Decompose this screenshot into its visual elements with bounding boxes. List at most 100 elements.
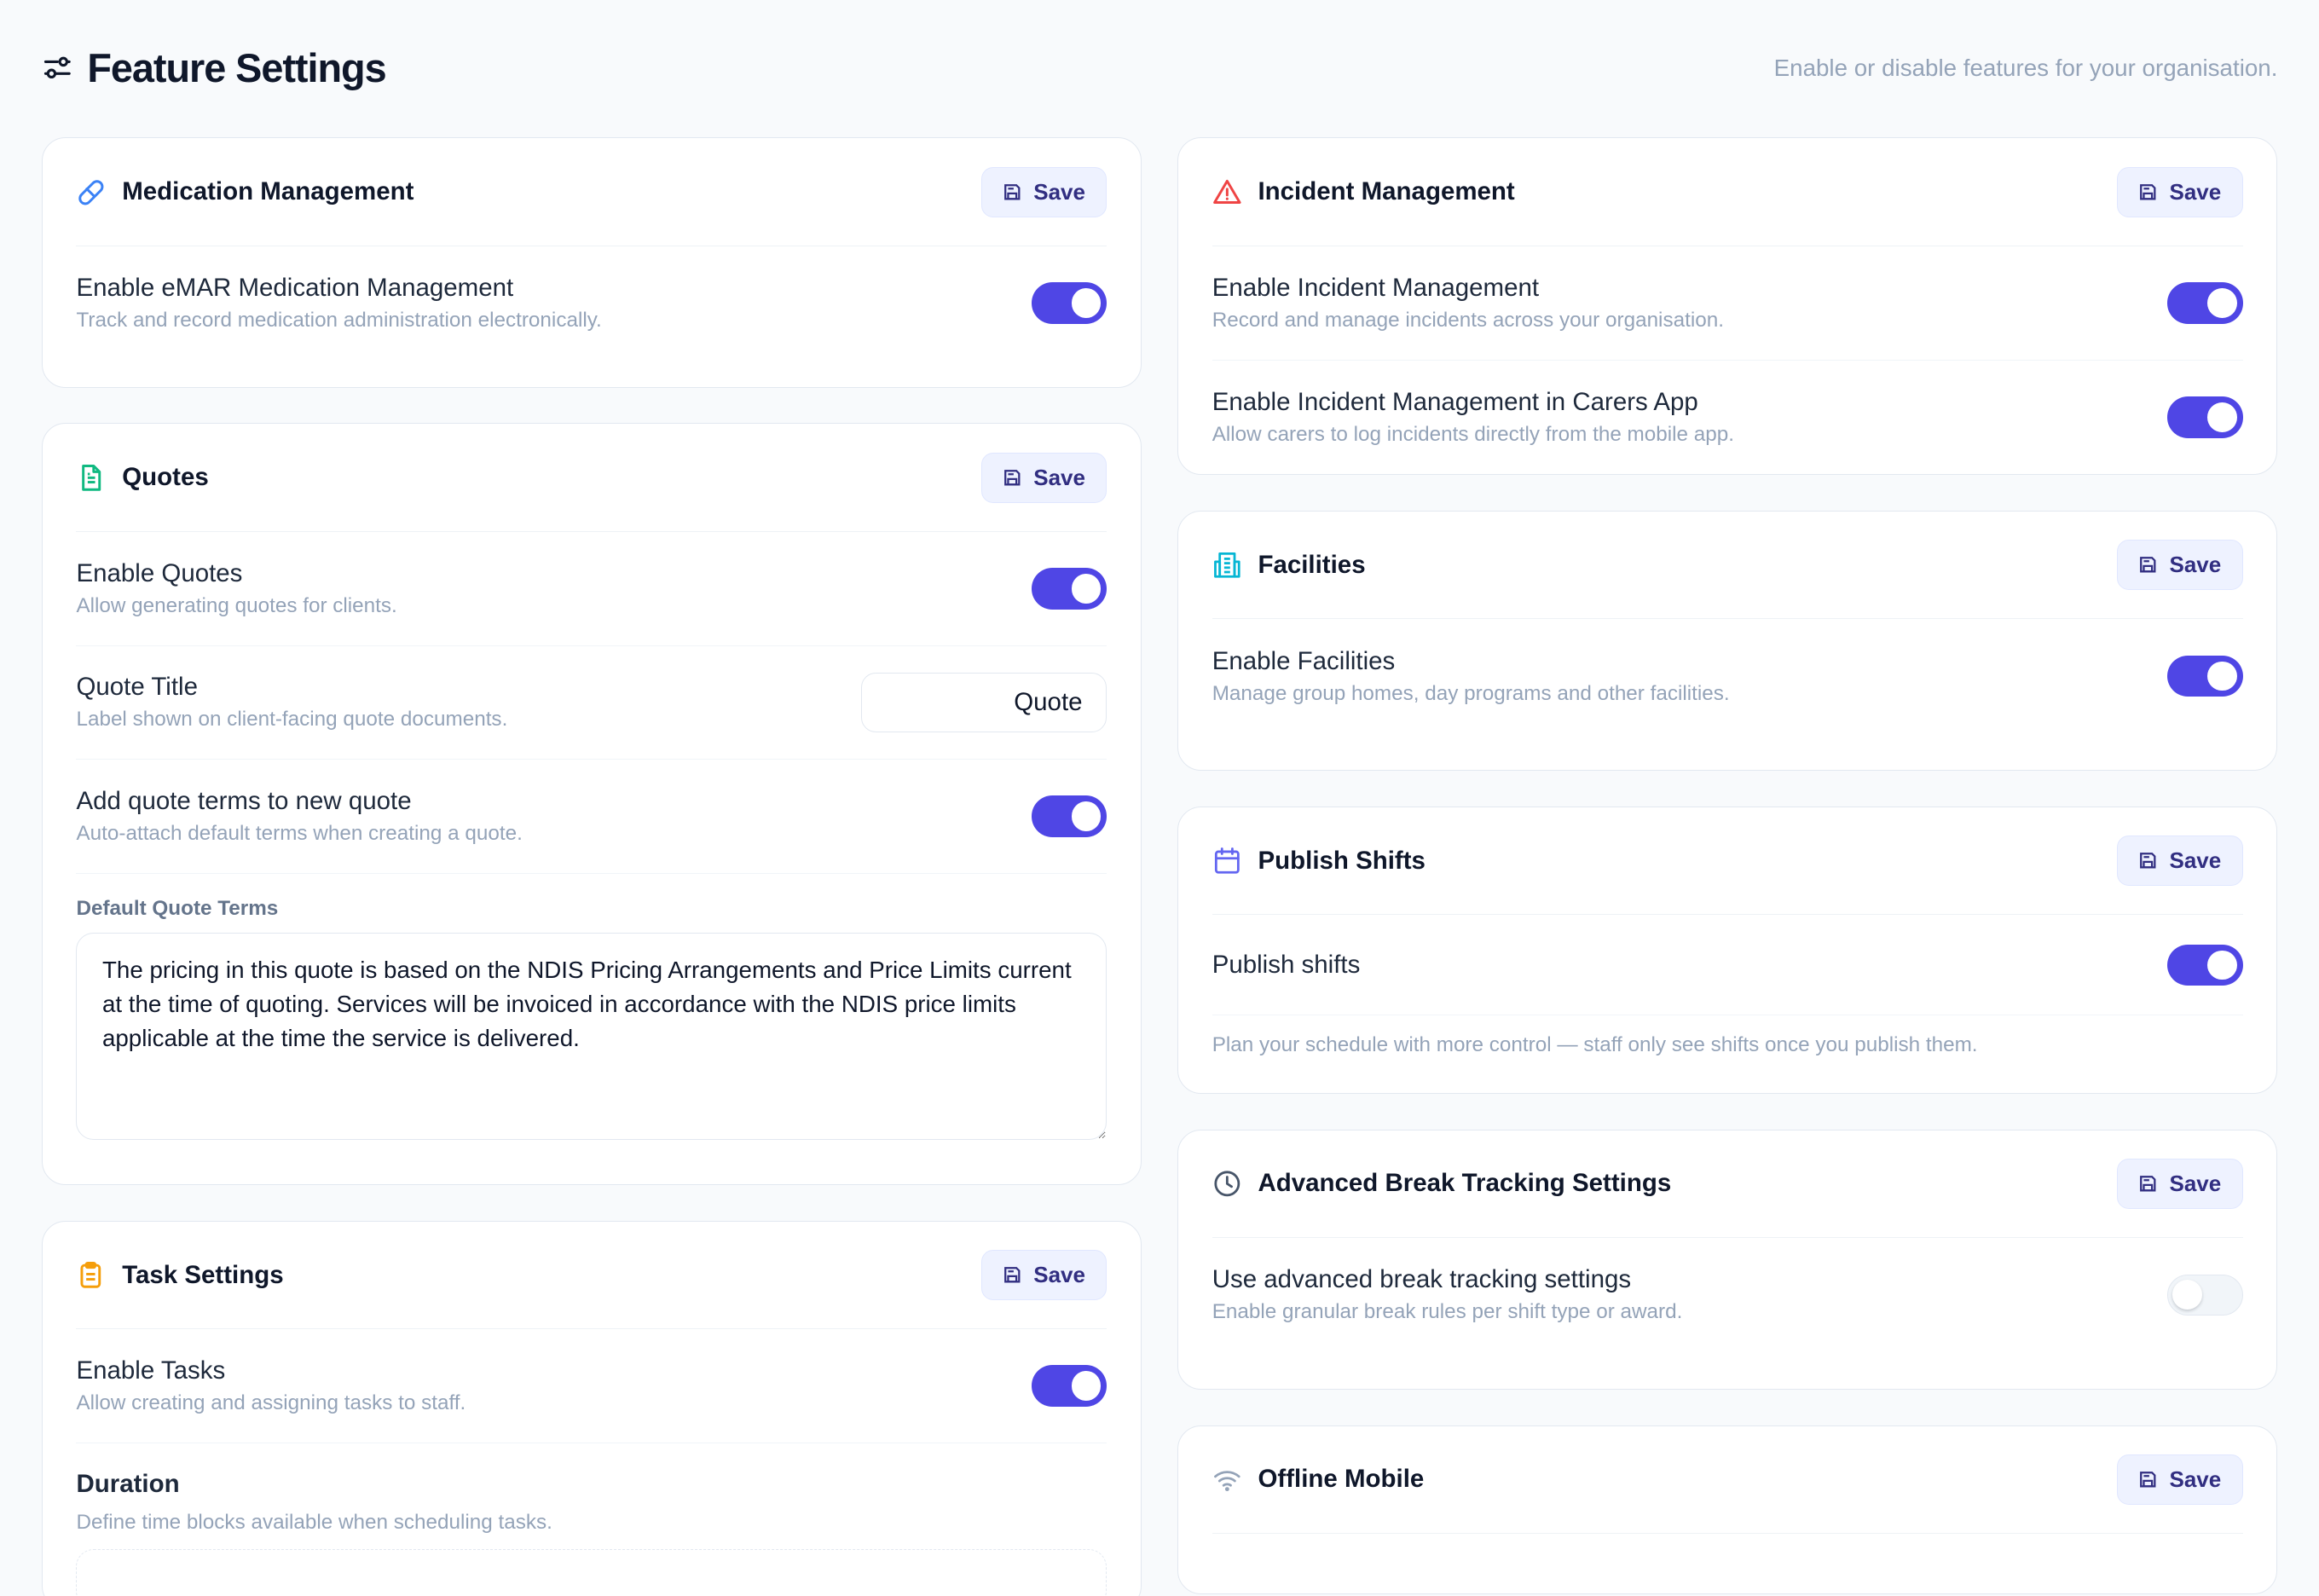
publish-shifts-card: Publish Shifts Save Publish shifts Plan … (1177, 806, 2278, 1094)
card-title: Publish Shifts (1258, 846, 1426, 875)
duration-list[interactable] (76, 1549, 1107, 1596)
setting-description: Enable granular break rules per shift ty… (1212, 1300, 1683, 1324)
setting-label: Enable eMAR Medication Management (76, 274, 514, 303)
save-icon (1003, 183, 1021, 200)
save-icon (2140, 183, 2156, 200)
save-button[interactable]: Save (2116, 1158, 2243, 1209)
setting-row: Enable eMAR Medication Management Track … (76, 246, 1107, 361)
offline-mobile-card: Offline Mobile Save (1177, 1425, 2278, 1594)
card-title: Incident Management (1258, 177, 1515, 206)
save-icon (1003, 1267, 1021, 1283)
enable-quotes-toggle[interactable] (1031, 567, 1107, 610)
emar-toggle[interactable] (1031, 282, 1107, 324)
setting-description: Auto-attach default terms when creating … (76, 821, 523, 845)
break-tracking-card: Advanced Break Tracking Settings Save Us… (1177, 1129, 2278, 1391)
setting-description: Label shown on client-facing quote docum… (76, 708, 508, 732)
document-icon (76, 463, 106, 493)
setting-label: Enable Facilities (1212, 646, 1396, 675)
left-column: Medication Management Save Enable eMAR M… (41, 137, 1142, 1596)
save-button[interactable]: Save (2116, 540, 2243, 590)
clock-icon (1212, 1169, 1242, 1199)
setting-label: Quote Title (76, 673, 198, 702)
setting-row: Enable Incident Management in Carers App… (1212, 361, 2243, 475)
pill-icon (76, 177, 106, 207)
building-icon (1212, 550, 1242, 580)
card-title: Medication Management (122, 177, 414, 206)
setting-label: Enable Incident Management in Carers App (1212, 387, 1698, 416)
card-title: Facilities (1258, 550, 1366, 579)
setting-row: Enable Facilities Manage group homes, da… (1212, 619, 2243, 733)
card-header: Medication Management Save (76, 138, 1107, 246)
save-button[interactable]: Save (2116, 166, 2243, 217)
enable-facilities-toggle[interactable] (2167, 655, 2243, 697)
setting-label: Enable Tasks (76, 1356, 226, 1385)
card-title: Quotes (122, 463, 209, 492)
medication-management-card: Medication Management Save Enable eMAR M… (41, 137, 1142, 388)
setting-description: Track and record medication administrati… (76, 309, 602, 332)
setting-row: Enable Incident Management Record and ma… (1212, 246, 2243, 361)
card-title: Advanced Break Tracking Settings (1258, 1169, 1672, 1198)
facilities-card: Facilities Save Enable Facilities Manage… (1177, 510, 2278, 772)
wifi-icon (1212, 1465, 1242, 1495)
add-quote-terms-toggle[interactable] (1031, 795, 1107, 837)
setting-label: Publish shifts (1212, 950, 1361, 979)
setting-description: Allow creating and assigning tasks to st… (76, 1391, 466, 1415)
setting-row: Add quote terms to new quote Auto-attach… (76, 760, 1107, 874)
save-icon (2140, 1176, 2156, 1192)
default-quote-terms-textarea[interactable]: The pricing in this quote is based on th… (76, 933, 1107, 1141)
save-button[interactable]: Save (980, 166, 1107, 217)
save-button[interactable]: Save (2116, 1454, 2243, 1505)
card-title: Offline Mobile (1258, 1465, 1425, 1494)
setting-row: Quote Title Label shown on client-facing… (76, 646, 1107, 760)
incident-carers-app-toggle[interactable] (2167, 396, 2243, 438)
publish-note: Plan your schedule with more control — s… (1212, 1033, 1978, 1057)
save-icon (2140, 557, 2156, 573)
quotes-card: Quotes Save Enable Quotes Allow generati… (41, 423, 1142, 1186)
enable-tasks-toggle[interactable] (1031, 1365, 1107, 1407)
card-header: Publish Shifts Save (1212, 807, 2243, 916)
setting-row: Enable Tasks Allow creating and assignin… (76, 1329, 1107, 1443)
save-icon (1003, 469, 1021, 486)
card-header: Offline Mobile Save (1212, 1426, 2243, 1535)
sliders-icon (43, 53, 72, 83)
card-header: Task Settings Save (76, 1222, 1107, 1330)
duration-description: Define time blocks available when schedu… (76, 1511, 552, 1535)
page-subtitle: Enable or disable features for your orga… (1773, 54, 2278, 81)
publish-shifts-toggle[interactable] (2167, 944, 2243, 986)
card-header: Facilities Save (1212, 512, 2243, 620)
setting-label: Add quote terms to new quote (76, 786, 412, 815)
setting-label: Enable Incident Management (1212, 273, 1540, 302)
setting-label: Use advanced break tracking settings (1212, 1265, 1632, 1294)
setting-row: Enable Quotes Allow generating quotes fo… (76, 532, 1107, 646)
header-title-group: Feature Settings (43, 45, 387, 91)
enable-incident-toggle[interactable] (2167, 281, 2243, 324)
task-settings-card: Task Settings Save Enable Tasks Allow cr… (41, 1220, 1142, 1596)
setting-label: Enable Quotes (76, 558, 243, 587)
duration-section: Duration Define time blocks available wh… (76, 1443, 1107, 1596)
save-button[interactable]: Save (2116, 836, 2243, 887)
card-header: Incident Management Save (1212, 138, 2243, 246)
page-title: Feature Settings (87, 45, 386, 90)
save-button[interactable]: Save (980, 1250, 1107, 1301)
save-icon (2140, 1472, 2156, 1488)
page-header: Feature Settings Enable or disable featu… (43, 42, 2277, 95)
setting-description: Record and manage incidents across your … (1212, 308, 1724, 332)
save-icon (2140, 853, 2156, 869)
save-button[interactable]: Save (980, 452, 1107, 503)
feature-settings-page: Feature Settings Enable or disable featu… (0, 0, 2319, 1596)
advanced-break-toggle[interactable] (2167, 1274, 2243, 1316)
setting-row: Use advanced break tracking settings Ena… (1212, 1238, 2243, 1352)
setting-description: Allow generating quotes for clients. (76, 593, 397, 617)
warning-triangle-icon (1212, 177, 1242, 207)
setting-description: Allow carers to log incidents directly f… (1212, 422, 1735, 446)
setting-row: Publish shifts (1212, 915, 2243, 1016)
duration-title: Duration (76, 1470, 180, 1499)
card-title: Task Settings (122, 1260, 284, 1289)
calendar-icon (1212, 846, 1242, 876)
setting-description: Manage group homes, day programs and oth… (1212, 681, 1730, 705)
default-terms-label: Default Quote Terms (76, 897, 279, 921)
clipboard-icon (76, 1260, 106, 1290)
card-header: Advanced Break Tracking Settings Save (1212, 1130, 2243, 1239)
card-header: Quotes Save (76, 424, 1107, 532)
quote-title-input[interactable] (861, 673, 1107, 732)
